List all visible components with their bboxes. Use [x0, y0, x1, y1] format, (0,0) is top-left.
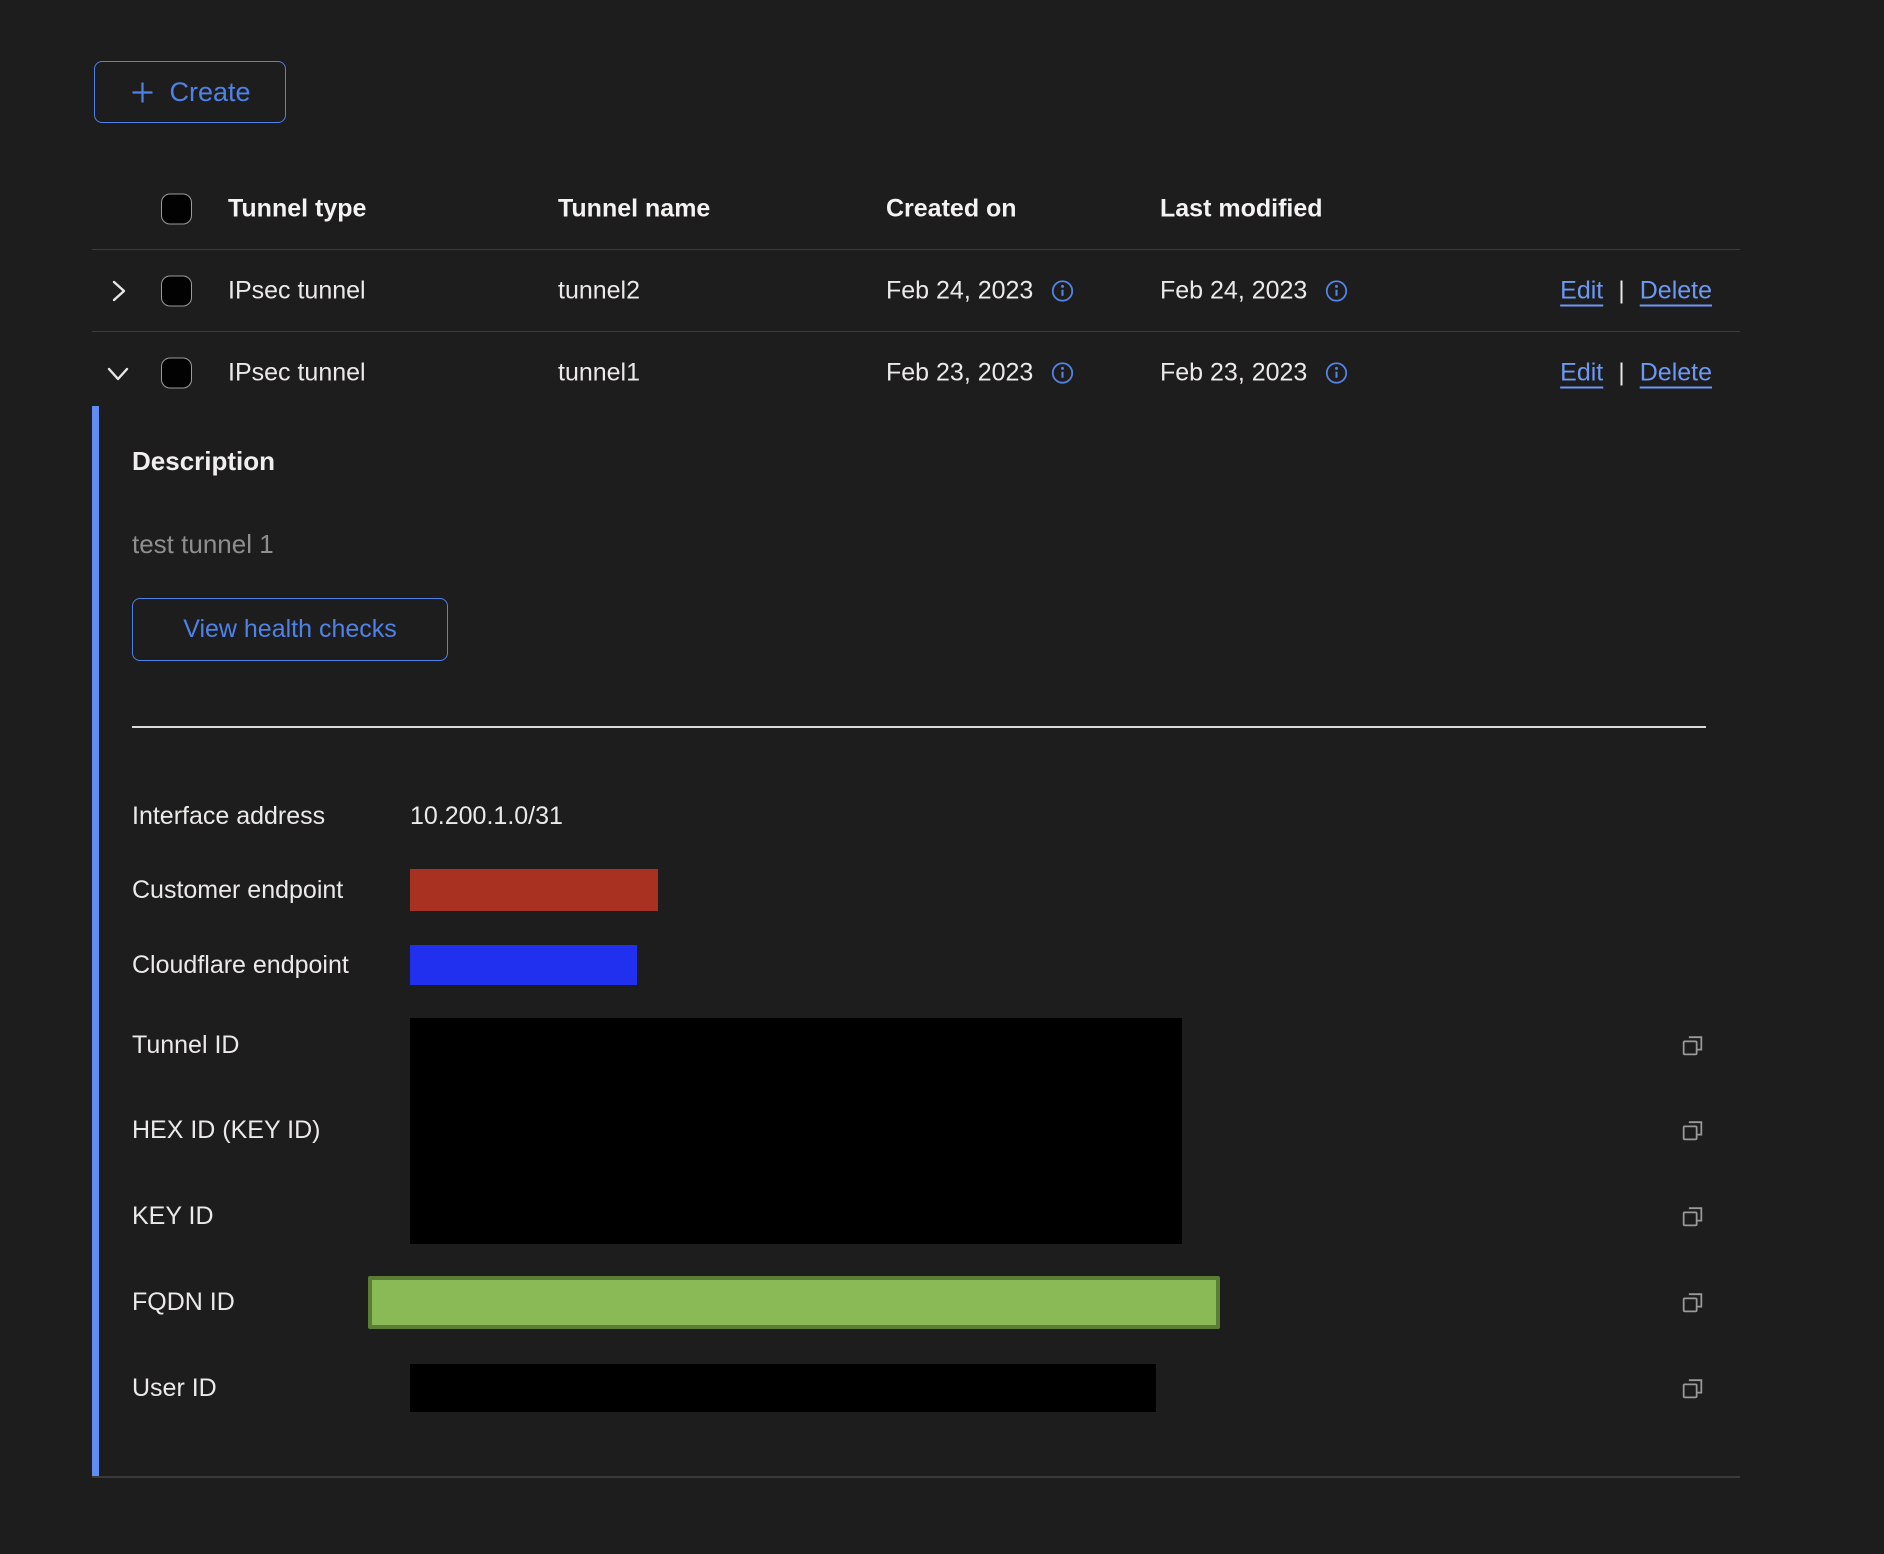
table-row: IPsec tunnel tunnel1 Feb 23, 2023 Feb 23… — [92, 332, 1740, 414]
customer-endpoint-redacted-value — [410, 869, 658, 911]
key-id-label: KEY ID — [132, 1202, 410, 1231]
column-header-tunnel-name: Tunnel name — [558, 194, 710, 223]
tunnel-id-redacted-value — [410, 1018, 1182, 1244]
link-separator: | — [1618, 276, 1625, 305]
customer-endpoint-label: Customer endpoint — [132, 876, 410, 905]
tunnel-details: Interface address 10.200.1.0/31 Customer… — [132, 779, 1706, 1431]
expanded-tunnel-panel: Description test tunnel 1 View health ch… — [92, 406, 1740, 1478]
fqdn-id-redacted-value — [368, 1276, 1220, 1329]
copy-icon — [1679, 1375, 1706, 1402]
create-button[interactable]: Create — [94, 61, 286, 123]
view-health-checks-button[interactable]: View health checks — [132, 598, 448, 661]
copy-icon — [1679, 1032, 1706, 1059]
plus-icon — [129, 79, 156, 106]
user-id-redacted-value — [410, 1364, 1156, 1412]
interface-address-value: 10.200.1.0/31 — [410, 802, 1660, 831]
tunnel-id-label: Tunnel ID — [132, 1031, 410, 1060]
copy-key-id-button[interactable] — [1679, 1203, 1706, 1230]
copy-icon — [1679, 1289, 1706, 1316]
info-icon[interactable] — [1325, 362, 1348, 385]
column-header-created-on: Created on — [886, 194, 1017, 223]
cloudflare-endpoint-label: Cloudflare endpoint — [132, 951, 410, 980]
copy-user-id-button[interactable] — [1679, 1375, 1706, 1402]
row-checkbox[interactable] — [161, 358, 192, 389]
expand-row-button[interactable] — [100, 273, 136, 309]
column-header-tunnel-type: Tunnel type — [228, 194, 366, 223]
tunnel-name-cell: tunnel1 — [558, 359, 640, 388]
copy-icon — [1679, 1117, 1706, 1144]
info-icon[interactable] — [1051, 279, 1074, 302]
created-on-cell: Feb 23, 2023 — [886, 359, 1033, 388]
link-separator: | — [1618, 359, 1625, 388]
select-all-checkbox[interactable] — [161, 193, 192, 224]
created-on-cell: Feb 24, 2023 — [886, 276, 1033, 305]
edit-link[interactable]: Edit — [1560, 359, 1603, 388]
copy-fqdn-id-button[interactable] — [1679, 1289, 1706, 1316]
user-id-label: User ID — [132, 1374, 410, 1403]
tunnel-name-cell: tunnel2 — [558, 276, 640, 305]
cloudflare-endpoint-redacted-value — [410, 945, 637, 985]
chevron-right-icon — [107, 278, 129, 304]
delete-link[interactable]: Delete — [1640, 276, 1712, 305]
last-modified-cell: Feb 24, 2023 — [1160, 276, 1307, 305]
chevron-down-icon — [105, 362, 131, 384]
copy-tunnel-id-button[interactable] — [1679, 1032, 1706, 1059]
tunnels-page: Create Tunnel type Tunnel name Created o… — [0, 0, 1884, 1554]
copy-hex-id-button[interactable] — [1679, 1117, 1706, 1144]
table-header-row: Tunnel type Tunnel name Created on Last … — [92, 168, 1740, 250]
row-checkbox[interactable] — [161, 275, 192, 306]
info-icon[interactable] — [1325, 279, 1348, 302]
last-modified-cell: Feb 23, 2023 — [1160, 359, 1307, 388]
create-button-label: Create — [169, 77, 250, 108]
interface-address-label: Interface address — [132, 802, 410, 831]
description-label: Description — [132, 446, 275, 477]
delete-link[interactable]: Delete — [1640, 359, 1712, 388]
tunnel-type-cell: IPsec tunnel — [228, 359, 366, 388]
section-divider — [132, 726, 1706, 728]
info-icon[interactable] — [1051, 362, 1074, 385]
edit-link[interactable]: Edit — [1560, 276, 1603, 305]
tunnel-type-cell: IPsec tunnel — [228, 276, 366, 305]
expanded-row-indicator-bar — [92, 406, 99, 1476]
collapse-row-button[interactable] — [100, 355, 136, 391]
copy-icon — [1679, 1203, 1706, 1230]
tunnels-table: Tunnel type Tunnel name Created on Last … — [92, 168, 1740, 414]
hex-id-label: HEX ID (KEY ID) — [132, 1116, 410, 1145]
table-row: IPsec tunnel tunnel2 Feb 24, 2023 Feb 24… — [92, 250, 1740, 332]
description-value: test tunnel 1 — [132, 529, 274, 560]
column-header-last-modified: Last modified — [1160, 194, 1323, 223]
